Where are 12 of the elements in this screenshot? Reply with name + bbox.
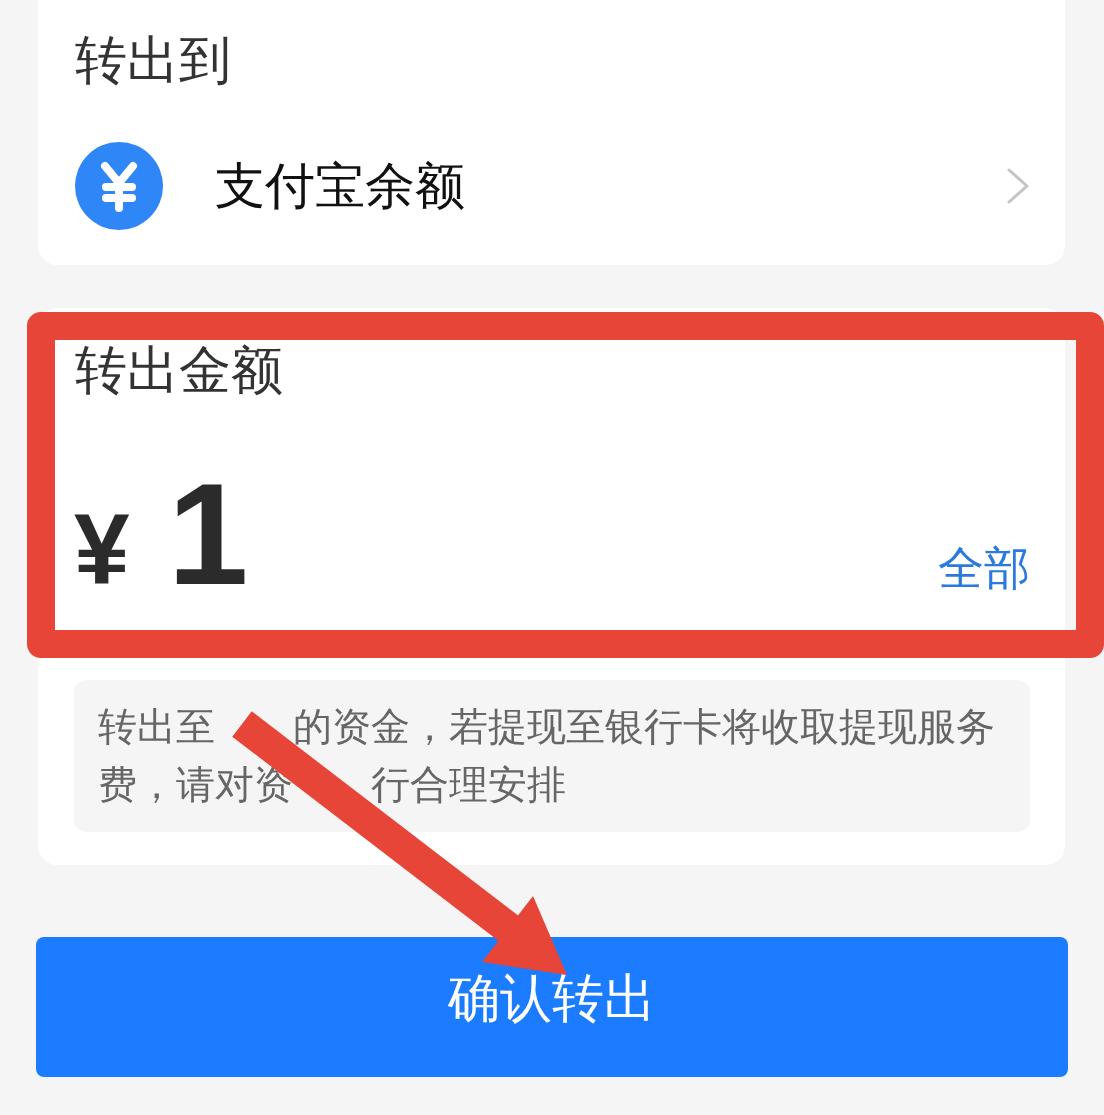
amount-field[interactable]: 1 [167, 462, 249, 607]
notice-text: 行合理安排 [371, 761, 566, 809]
all-amount-link[interactable]: 全部 [938, 541, 1030, 597]
account-name[interactable]: 支付宝余额 [215, 156, 1006, 216]
currency-symbol: ¥ [74, 499, 130, 599]
notice-text: 转出至 [98, 703, 215, 751]
confirm-transfer-button[interactable]: 确认转出 [36, 937, 1068, 1077]
chevron-right-icon[interactable] [1006, 167, 1030, 205]
section-title: 转出金额 [74, 339, 284, 401]
yen-icon [75, 142, 163, 230]
section-title: 转出到 [75, 29, 232, 91]
notice-text: 的资金，若提现至银行卡将收取提现服务 [293, 703, 995, 751]
